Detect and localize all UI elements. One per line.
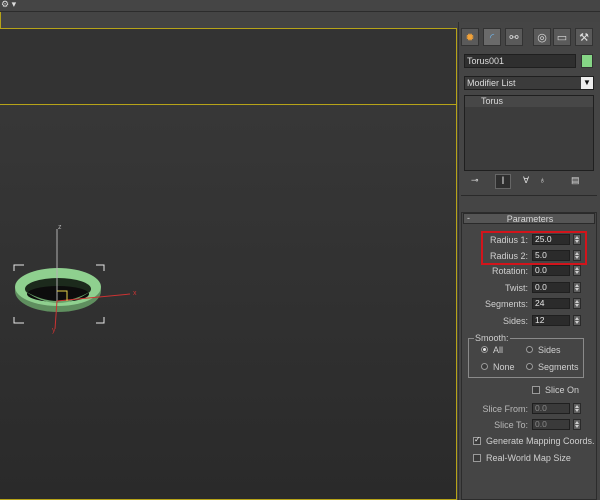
workspace-icon[interactable]: ⚙ ▾ <box>1 0 16 10</box>
slice-on-label: Slice On <box>545 385 580 395</box>
radius2-spinner[interactable] <box>573 250 581 261</box>
rotation-label: Rotation: <box>491 266 528 276</box>
real-world-checkbox[interactable] <box>473 454 481 462</box>
slice-to-spinner[interactable] <box>573 419 581 430</box>
radius2-label: Radius 2: <box>489 251 528 261</box>
configure-modifier-sets-icon[interactable]: ▤ <box>571 175 583 187</box>
radius1-label: Radius 1: <box>489 235 528 245</box>
create-tab-icon[interactable]: ✹ <box>461 28 479 46</box>
twist-input[interactable]: 0.0 <box>532 282 570 293</box>
command-panel: ✹ ◜ ⚯ ◎ ▭ ⚒ Torus001 Modifier List ▼ Tor… <box>458 22 600 500</box>
slice-from-label: Slice From: <box>482 404 528 414</box>
remove-modifier-icon[interactable]: ♁ <box>539 175 551 187</box>
utilities-tab-icon[interactable]: ⚒ <box>575 28 593 46</box>
smooth-none-radio[interactable] <box>481 363 488 370</box>
pin-stack-icon[interactable]: ⊸ <box>471 175 483 187</box>
viewport-scene: z x y <box>13 224 137 334</box>
sides-label: Sides: <box>502 316 528 326</box>
real-world-label: Real-World Map Size <box>486 453 571 463</box>
make-unique-icon[interactable]: ∀ <box>523 175 535 187</box>
slice-to-label: Slice To: <box>494 420 528 430</box>
sides-input[interactable]: 12 <box>532 315 570 326</box>
smooth-none-label: None <box>493 362 515 372</box>
slice-on-checkbox[interactable] <box>532 386 540 394</box>
segments-spinner[interactable] <box>573 298 581 309</box>
gizmo-x-label: x <box>133 290 137 297</box>
segments-label: Segments: <box>484 299 528 309</box>
smooth-sides-label: Sides <box>538 345 561 355</box>
stack-item[interactable]: Torus <box>465 96 593 107</box>
slice-to-input[interactable]: 0.0 <box>532 419 570 430</box>
motion-tab-icon[interactable]: ◎ <box>533 28 551 46</box>
rotation-input[interactable]: 0.0 <box>532 265 570 276</box>
smooth-group-title: Smooth: <box>474 333 510 344</box>
smooth-sides-radio[interactable] <box>526 346 533 353</box>
radius2-input[interactable]: 5.0 <box>532 250 570 261</box>
slice-from-spinner[interactable] <box>573 403 581 414</box>
gizmo-y-label: y <box>52 327 56 334</box>
twist-spinner[interactable] <box>573 282 581 293</box>
modifier-list-label: Modifier List <box>467 78 516 88</box>
display-tab-icon[interactable]: ▭ <box>553 28 571 46</box>
rotation-spinner[interactable] <box>573 265 581 276</box>
object-name-field[interactable]: Torus001 <box>464 54 576 68</box>
rollout-title: Parameters <box>506 214 554 224</box>
torus-object <box>15 268 101 312</box>
chevron-down-icon[interactable]: ▼ <box>581 77 593 89</box>
modifier-list-dropdown[interactable]: Modifier List ▼ <box>464 76 594 90</box>
perspective-viewport[interactable]: z x y <box>0 28 457 500</box>
modify-tab-icon[interactable]: ◜ <box>483 28 501 46</box>
modifier-stack: Torus <box>464 95 594 171</box>
top-toolbar: ⚙ ▾ <box>0 0 600 12</box>
hierarchy-tab-icon[interactable]: ⚯ <box>505 28 523 46</box>
radius1-spinner[interactable] <box>573 234 581 245</box>
show-end-result-icon[interactable]: Ⅰ <box>495 174 511 189</box>
slice-from-input[interactable]: 0.0 <box>532 403 570 414</box>
gizmo-z-label: z <box>58 224 62 231</box>
viewport-edge <box>0 12 1 28</box>
smooth-all-label: All <box>493 345 504 355</box>
segments-input[interactable]: 24 <box>532 298 570 309</box>
generate-mapping-label: Generate Mapping Coords. <box>486 436 595 446</box>
smooth-all-radio[interactable] <box>481 346 488 353</box>
twist-label: Twist: <box>504 283 528 293</box>
parameters-rollout-header[interactable]: - Parameters <box>463 213 595 224</box>
smooth-segments-radio[interactable] <box>526 363 533 370</box>
object-color-swatch[interactable] <box>581 54 593 68</box>
smooth-segments-label: Segments <box>538 362 579 372</box>
generate-mapping-checkbox[interactable] <box>473 435 481 445</box>
sides-spinner[interactable] <box>573 315 581 326</box>
radius1-input[interactable]: 25.0 <box>532 234 570 245</box>
divider <box>461 195 597 196</box>
